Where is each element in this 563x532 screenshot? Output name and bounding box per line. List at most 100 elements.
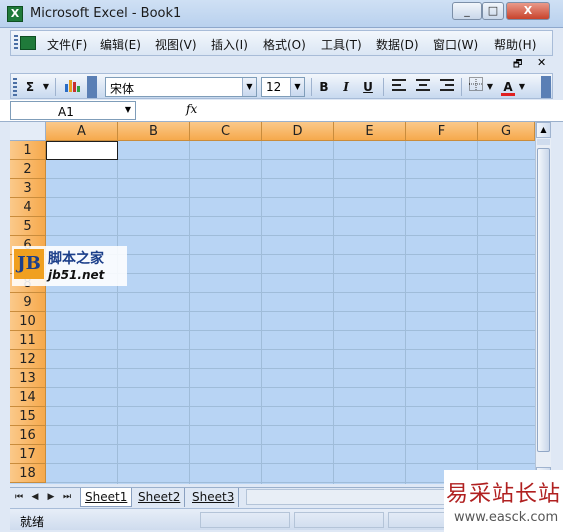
menu-grip-icon[interactable] bbox=[14, 35, 18, 51]
align-left-icon[interactable] bbox=[389, 77, 409, 97]
grid-row-line bbox=[46, 197, 535, 198]
cell-grid[interactable] bbox=[10, 122, 535, 484]
title-bar[interactable]: X Microsoft Excel - Book1 _ □ X bbox=[0, 0, 563, 28]
menu-help[interactable]: 帮助(H) bbox=[494, 36, 536, 53]
last-sheet-icon[interactable]: ⏭ bbox=[60, 490, 74, 505]
menu-data[interactable]: 数据(D) bbox=[376, 36, 419, 53]
font-color-icon[interactable]: A bbox=[499, 77, 517, 97]
jb51-logo-icon: JB bbox=[14, 249, 44, 279]
vertical-scrollbar[interactable]: ▲ ▼ bbox=[535, 122, 551, 484]
doc-close-icon[interactable]: ✕ bbox=[537, 56, 546, 69]
status-text: 就绪 bbox=[20, 515, 45, 529]
prev-sheet-icon[interactable]: ◀ bbox=[28, 490, 42, 505]
grid-row-line bbox=[46, 292, 535, 293]
column-header[interactable]: B bbox=[118, 122, 190, 141]
row-header[interactable]: 9 bbox=[10, 293, 46, 312]
column-header[interactable]: D bbox=[262, 122, 334, 141]
chevron-down-icon[interactable]: ▼ bbox=[125, 105, 131, 114]
sheet-tab-1[interactable]: Sheet1 bbox=[80, 488, 133, 507]
chevron-down-icon[interactable]: ▼ bbox=[290, 78, 304, 96]
align-center-icon[interactable] bbox=[413, 77, 433, 97]
row-header[interactable]: 3 bbox=[10, 179, 46, 198]
watermark-easck: 易采站长站 www.easck.com bbox=[444, 470, 563, 532]
row-header[interactable]: 2 bbox=[10, 160, 46, 179]
row-header[interactable]: 5 bbox=[10, 217, 46, 236]
italic-button[interactable]: I bbox=[337, 77, 355, 97]
scroll-up-icon[interactable]: ▲ bbox=[536, 122, 551, 138]
grid-row-line bbox=[46, 425, 535, 426]
grid-row-line bbox=[46, 311, 535, 312]
toolbar-options-icon[interactable] bbox=[541, 76, 551, 98]
grid-row-line bbox=[46, 159, 535, 160]
grid-row-line bbox=[46, 406, 535, 407]
column-header[interactable]: G bbox=[478, 122, 535, 141]
chart-bars-icon bbox=[65, 80, 80, 92]
toolbar-separator bbox=[383, 78, 384, 96]
font-name-value: 宋体 bbox=[110, 82, 135, 96]
toolbar-separator bbox=[55, 78, 56, 96]
maximize-button[interactable]: □ bbox=[482, 2, 504, 20]
toolbar-grip-icon[interactable] bbox=[13, 78, 17, 96]
formatting-toolbar: Σ ▼ 宋体 ▼ 12 ▼ B I U ▼ A ▼ bbox=[10, 73, 553, 99]
chart-wizard-icon[interactable] bbox=[61, 77, 83, 97]
split-box-icon[interactable] bbox=[537, 139, 550, 145]
grid-row-line bbox=[46, 463, 535, 464]
row-header[interactable]: 4 bbox=[10, 198, 46, 217]
toolbar-options-icon[interactable] bbox=[87, 76, 97, 98]
borders-icon[interactable] bbox=[467, 77, 485, 97]
column-header[interactable]: C bbox=[190, 122, 262, 141]
row-header[interactable]: 18 bbox=[10, 464, 46, 483]
menu-format[interactable]: 格式(O) bbox=[263, 36, 306, 53]
menu-insert[interactable]: 插入(I) bbox=[211, 36, 248, 53]
font-size-combo[interactable]: 12 ▼ bbox=[261, 77, 305, 97]
window-title: Microsoft Excel - Book1 bbox=[30, 6, 182, 21]
grid-row-line bbox=[46, 368, 535, 369]
row-header[interactable]: 17 bbox=[10, 445, 46, 464]
next-sheet-icon[interactable]: ▶ bbox=[44, 490, 58, 505]
doc-restore-icon[interactable]: 🗗 bbox=[513, 57, 522, 74]
menu-bar: 文件(F) 编辑(E) 视图(V) 插入(I) 格式(O) 工具(T) 数据(D… bbox=[10, 30, 553, 56]
borders-dropdown-icon[interactable]: ▼ bbox=[485, 77, 495, 97]
autosum-dropdown-icon[interactable]: ▼ bbox=[41, 77, 51, 97]
row-header[interactable]: 12 bbox=[10, 350, 46, 369]
chevron-down-icon[interactable]: ▼ bbox=[242, 78, 256, 96]
bold-button[interactable]: B bbox=[315, 77, 333, 97]
font-color-dropdown-icon[interactable]: ▼ bbox=[517, 77, 527, 97]
row-header[interactable]: 11 bbox=[10, 331, 46, 350]
menu-tools[interactable]: 工具(T) bbox=[321, 36, 362, 53]
name-box[interactable]: A1 ▼ bbox=[10, 101, 136, 120]
workbook-icon[interactable] bbox=[20, 36, 36, 50]
row-header[interactable]: 1 bbox=[10, 141, 46, 160]
row-header[interactable]: 10 bbox=[10, 312, 46, 331]
scroll-thumb[interactable] bbox=[537, 148, 550, 452]
column-header[interactable]: E bbox=[334, 122, 406, 141]
menu-window[interactable]: 窗口(W) bbox=[433, 36, 478, 53]
formula-input[interactable] bbox=[200, 101, 553, 120]
first-sheet-icon[interactable]: ⏮ bbox=[12, 490, 26, 505]
active-cell-a1[interactable] bbox=[46, 141, 118, 160]
select-all-corner[interactable] bbox=[10, 122, 46, 141]
autosum-icon[interactable]: Σ bbox=[21, 77, 39, 97]
row-header[interactable]: 13 bbox=[10, 369, 46, 388]
row-header[interactable]: 14 bbox=[10, 388, 46, 407]
watermark-site-name: 脚本之家 bbox=[48, 251, 104, 267]
minimize-button[interactable]: _ bbox=[452, 2, 482, 20]
grid-row-line bbox=[46, 349, 535, 350]
column-header[interactable]: A bbox=[46, 122, 118, 141]
underline-button[interactable]: U bbox=[359, 77, 377, 97]
sheet-tab-2[interactable]: Sheet2 bbox=[134, 488, 186, 507]
excel-icon[interactable]: X bbox=[7, 6, 23, 22]
sheet-tab-3[interactable]: Sheet3 bbox=[188, 488, 240, 507]
column-header[interactable]: F bbox=[406, 122, 478, 141]
menu-edit[interactable]: 编辑(E) bbox=[100, 36, 141, 53]
font-name-combo[interactable]: 宋体 ▼ bbox=[105, 77, 257, 97]
menu-view[interactable]: 视图(V) bbox=[155, 36, 197, 53]
insert-function-icon[interactable]: fx bbox=[186, 102, 197, 116]
row-header[interactable]: 15 bbox=[10, 407, 46, 426]
row-header[interactable]: 16 bbox=[10, 426, 46, 445]
align-right-icon[interactable] bbox=[437, 77, 457, 97]
grid-row-line bbox=[46, 387, 535, 388]
menu-file[interactable]: 文件(F) bbox=[47, 36, 87, 53]
close-button[interactable]: X bbox=[506, 2, 550, 20]
grid-column-line bbox=[189, 141, 190, 484]
